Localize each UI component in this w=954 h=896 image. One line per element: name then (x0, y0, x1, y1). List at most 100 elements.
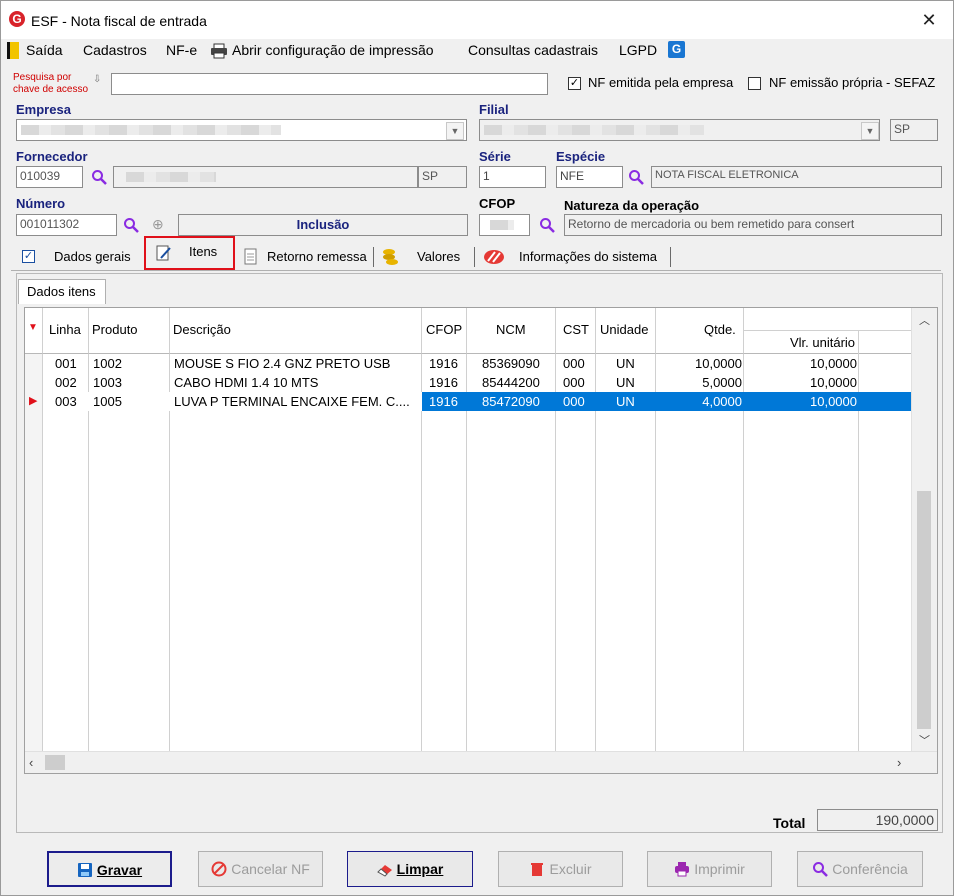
info-system-icon (484, 250, 504, 264)
header-linha[interactable]: Linha (43, 308, 89, 354)
cancel-icon (211, 861, 227, 877)
empresa-label: Empresa (16, 102, 71, 117)
table-row[interactable]: 002 1003 CABO HDMI 1.4 10 MTS 1916 85444… (43, 373, 911, 392)
serie-label: Série (479, 149, 511, 164)
current-row-arrow-icon: ▶ (29, 395, 38, 407)
nf-propria-checkbox[interactable] (748, 77, 761, 90)
header-cfop[interactable]: CFOP (422, 308, 467, 354)
horizontal-scrollbar[interactable]: ‹ › (25, 751, 937, 773)
access-key-input[interactable] (111, 73, 548, 95)
serie-input[interactable]: 1 (479, 166, 546, 188)
fornecedor-code-input[interactable]: 010039 (16, 166, 83, 188)
grid-col-line (467, 354, 556, 751)
numero-label: Número (16, 196, 66, 211)
imprimir-button[interactable]: Imprimir (647, 851, 772, 887)
header-produto[interactable]: Produto (89, 308, 170, 354)
natureza-field: Retorno de mercadoria ou bem remetido pa… (564, 214, 942, 236)
filial-dropdown-icon[interactable]: ▼ (861, 122, 879, 140)
tab-valores[interactable]: Valores (417, 244, 460, 270)
header-vlr-unitario[interactable]: Vlr. unitário (790, 335, 855, 350)
grid-col-line (89, 354, 170, 751)
total-label: Total (773, 815, 806, 831)
numero-search-icon[interactable] (123, 217, 139, 233)
tab-bar: ✓ Dados gerais Itens Retorno remessa Val… (11, 236, 941, 271)
limpar-button[interactable]: Limpar (347, 851, 473, 887)
gravar-button[interactable]: Gravar (47, 851, 172, 887)
scroll-right-icon[interactable]: › (897, 755, 901, 770)
printer-icon (675, 862, 690, 877)
title-bar: G ESF - Nota fiscal de entrada ✕ (1, 1, 953, 39)
close-icon[interactable]: ✕ (917, 9, 941, 31)
cfop-input[interactable] (479, 214, 530, 236)
menu-abrir-config-impressao[interactable]: Abrir configuração de impressão (232, 42, 434, 58)
scroll-left-icon[interactable]: ‹ (29, 755, 33, 770)
row-indicator-column (25, 354, 43, 751)
natureza-label: Natureza da operação (564, 198, 700, 213)
lgpd-shield-icon[interactable]: G (668, 41, 685, 58)
scroll-thumb[interactable] (917, 491, 931, 729)
total-value: 190,0000 (817, 809, 938, 831)
grid-col-line (43, 354, 89, 751)
menu-cadastros[interactable]: Cadastros (83, 42, 147, 58)
grid-indicator-header: ▼ (25, 308, 43, 354)
app-logo-icon: G (9, 11, 25, 27)
dados-gerais-check-icon: ✓ (22, 250, 35, 263)
excluir-button[interactable]: Excluir (498, 851, 623, 887)
conferencia-button[interactable]: Conferência (797, 851, 923, 887)
tab-itens[interactable]: Itens (144, 236, 235, 270)
menu-nfe[interactable]: NF-e (166, 42, 197, 58)
menu-saida[interactable]: Saída (26, 42, 63, 58)
tab-informacoes-sistema[interactable]: Informações do sistema (519, 244, 657, 270)
table-row[interactable]: 001 1002 MOUSE S FIO 2.4 GNZ PRETO USB 1… (43, 354, 911, 373)
header-ncm[interactable]: NCM (467, 308, 556, 354)
pin-icon: ⇩ (93, 74, 102, 85)
nf-emitida-checkbox[interactable]: ✓ (568, 77, 581, 90)
header-descricao[interactable]: Descrição (170, 308, 422, 354)
menu-bar: Saída Cadastros NF-e Abrir configuração … (1, 39, 953, 63)
tab-itens-label: Itens (189, 244, 218, 259)
eraser-icon (376, 865, 392, 877)
especie-search-icon[interactable] (628, 169, 644, 185)
add-icon[interactable]: ⊕ (152, 216, 164, 233)
header-cst[interactable]: CST (556, 308, 596, 354)
window-title: ESF - Nota fiscal de entrada (31, 13, 207, 29)
sort-down-icon: ▼ (28, 322, 38, 333)
menu-lgpd[interactable]: LGPD (619, 42, 657, 58)
header-unidade[interactable]: Unidade (596, 308, 656, 354)
menu-consultas-cadastrais[interactable]: Consultas cadastrais (468, 42, 598, 58)
header-qtde[interactable]: Qtde. (656, 308, 744, 354)
numero-input[interactable]: 001011302 (16, 214, 117, 236)
fornecedor-label: Fornecedor (16, 149, 88, 164)
scroll-up-icon[interactable]: ︿ (919, 312, 930, 328)
tab-separator (373, 247, 374, 267)
main-window: G ESF - Nota fiscal de entrada ✕ Saída C… (0, 0, 954, 896)
printer-icon (211, 43, 227, 59)
especie-desc-field: NOTA FISCAL ELETRONICA (651, 166, 942, 188)
vertical-scrollbar[interactable]: ︿ ﹀ (911, 308, 937, 751)
coins-icon (383, 249, 398, 265)
fornecedor-name-field (113, 166, 418, 188)
tab-retorno-remessa[interactable]: Retorno remessa (267, 244, 367, 270)
grid-col-line (656, 354, 744, 751)
grid-col-line (170, 354, 422, 751)
fornecedor-search-icon[interactable] (91, 169, 107, 185)
scroll-down-icon[interactable]: ﹀ (919, 732, 930, 748)
grid-col-line (744, 354, 859, 751)
empresa-select[interactable] (16, 119, 467, 141)
tab-dados-gerais[interactable]: Dados gerais (54, 244, 131, 270)
cfop-search-icon[interactable] (539, 217, 555, 233)
hscroll-thumb[interactable] (45, 755, 65, 770)
cancelar-nf-button[interactable]: Cancelar NF (198, 851, 323, 887)
subtab-dados-itens[interactable]: Dados itens (18, 279, 106, 304)
nf-propria-label: NF emissão própria - SEFAZ (769, 75, 936, 90)
filial-select[interactable] (479, 119, 880, 141)
fornecedor-uf-field: SP (418, 166, 467, 188)
edit-doc-icon (156, 245, 171, 261)
empresa-dropdown-icon[interactable]: ▼ (446, 122, 464, 140)
save-icon (77, 863, 92, 877)
especie-input[interactable]: NFE (556, 166, 623, 188)
table-row-selected[interactable]: 003 1005 LUVA P TERMINAL ENCAIXE FEM. C.… (43, 392, 911, 411)
search-key-label-1: Pesquisa por (13, 72, 72, 83)
header-group: Vlr. unitário (744, 308, 911, 354)
items-grid[interactable]: ▼ Linha Produto Descrição CFOP NCM CST U… (24, 307, 938, 774)
